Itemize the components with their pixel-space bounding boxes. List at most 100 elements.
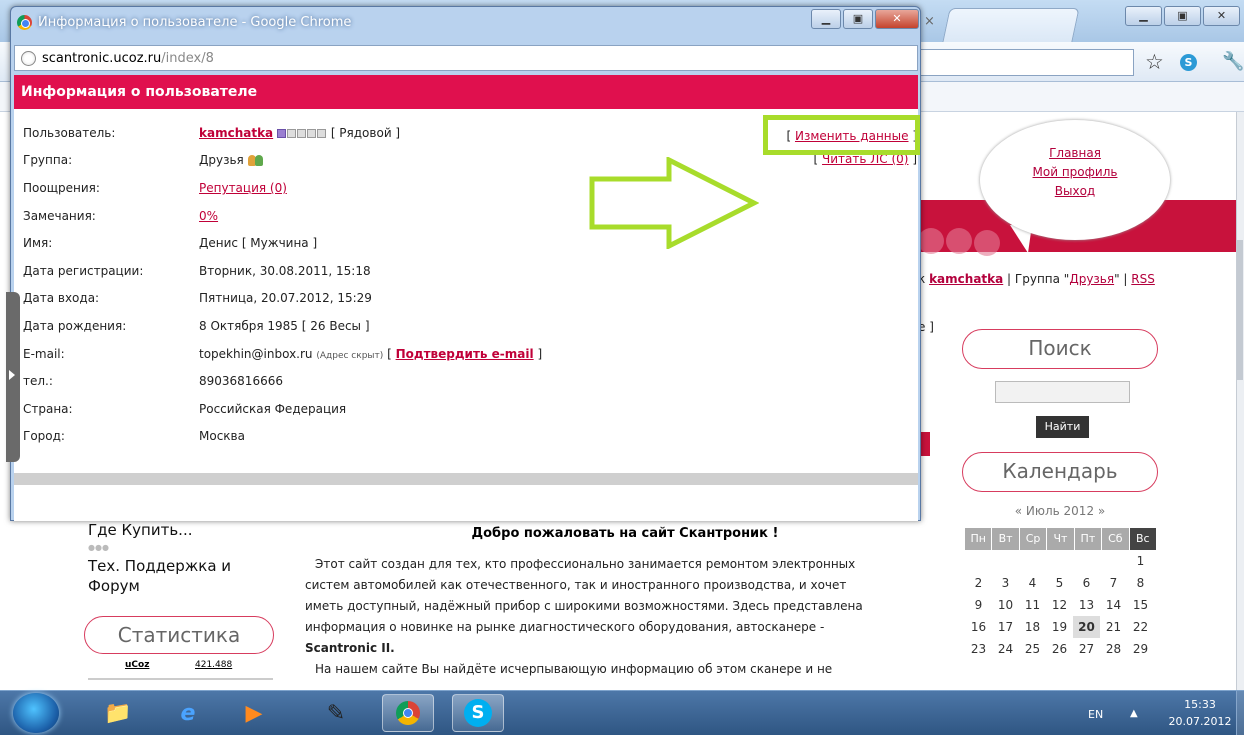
- calendar-day[interactable]: 9: [965, 594, 992, 616]
- calendar-weekday: Вс: [1129, 528, 1156, 550]
- scrollbar[interactable]: [1236, 112, 1244, 690]
- calendar-day[interactable]: 13: [1073, 594, 1100, 616]
- popup-maximize-button[interactable]: ▣: [843, 9, 873, 29]
- scrollbar-thumb[interactable]: [1237, 240, 1243, 380]
- divider: [88, 678, 273, 680]
- side-panel-toggle[interactable]: [6, 292, 20, 462]
- nav-bubble: Главная Мой профиль Выход: [980, 120, 1170, 240]
- extension-icon[interactable]: S: [1180, 54, 1197, 71]
- calendar-day[interactable]: 15: [1127, 594, 1154, 616]
- tray-expand-icon[interactable]: ▲: [1130, 708, 1138, 719]
- calendar-day[interactable]: 3: [992, 572, 1019, 594]
- minimize-button[interactable]: ▁: [1125, 6, 1162, 26]
- bookmark-star-icon[interactable]: ☆: [1145, 50, 1164, 74]
- warnings-link[interactable]: 0%: [199, 209, 218, 223]
- annotation-arrow-icon: [589, 157, 759, 249]
- calendar-day[interactable]: 21: [1100, 616, 1127, 638]
- calendar-week: 23 24 25 26 27 28 29: [965, 638, 1157, 660]
- field-value: Пятница, 20.07.2012, 15:29: [199, 291, 372, 306]
- username-link[interactable]: kamchatka: [199, 126, 273, 140]
- address-bar[interactable]: [918, 49, 1134, 76]
- calendar-day[interactable]: 16: [965, 616, 992, 638]
- ucoz-counter-logo[interactable]: uCoz: [125, 660, 149, 670]
- rank-stars-icon: [276, 126, 327, 140]
- info-row-group: Группа: Друзья: [23, 147, 583, 175]
- calendar-day[interactable]: 17: [992, 616, 1019, 638]
- ie-taskbar-icon[interactable]: e: [162, 694, 214, 732]
- show-desktop-button[interactable]: [1236, 691, 1244, 735]
- tab-close-icon[interactable]: ×: [924, 14, 935, 29]
- popup-close-button[interactable]: ✕: [875, 9, 919, 29]
- calendar-day[interactable]: 22: [1127, 616, 1154, 638]
- calendar-day[interactable]: 6: [1073, 572, 1100, 594]
- ucoz-counter-value: 421.488: [195, 660, 233, 670]
- windows-taskbar: 📁 e ▶ ✎ S EN ▲ 15:33 20.07.2012: [0, 690, 1244, 735]
- calendar-day[interactable]: 12: [1046, 594, 1073, 616]
- calendar-day[interactable]: 4: [1019, 572, 1046, 594]
- calendar-weekday: Пн: [965, 528, 992, 550]
- calendar-day[interactable]: 19: [1046, 616, 1073, 638]
- info-row-name: Имя: Денис [ Мужчина ]: [23, 229, 583, 257]
- calendar-day[interactable]: 18: [1019, 616, 1046, 638]
- nav-profile-link[interactable]: Мой профиль: [980, 163, 1170, 182]
- field-label: Дата рождения:: [23, 318, 127, 333]
- language-indicator[interactable]: EN: [1088, 708, 1103, 721]
- popup-minimize-button[interactable]: ▁: [811, 9, 841, 29]
- menu-separator-dots: ●●●: [88, 543, 109, 552]
- popup-url-bar[interactable]: scantronic.ucoz.ru/index/8: [14, 45, 918, 71]
- calendar-day[interactable]: 7: [1100, 572, 1127, 594]
- wrench-icon[interactable]: 🔧: [1222, 51, 1244, 72]
- calendar-day[interactable]: 29: [1127, 638, 1154, 660]
- calendar-day[interactable]: 10: [992, 594, 1019, 616]
- media-player-taskbar-icon[interactable]: ▶: [228, 694, 280, 732]
- field-label: Пользователь:: [23, 125, 116, 140]
- chrome-icon: [17, 14, 32, 30]
- calendar-day[interactable]: 20: [1073, 616, 1100, 638]
- calendar-day[interactable]: 11: [1019, 594, 1046, 616]
- menu-item-forum[interactable]: Форум: [88, 576, 278, 596]
- field-label: Дата входа:: [23, 291, 100, 306]
- chrome-taskbar-icon[interactable]: [382, 694, 434, 732]
- menu-item-support[interactable]: Тех. Поддержка и: [88, 556, 278, 576]
- calendar-day[interactable]: 8: [1127, 572, 1154, 594]
- start-button[interactable]: [13, 693, 59, 733]
- group-link[interactable]: Друзья: [1069, 272, 1114, 286]
- nav-home-link[interactable]: Главная: [980, 144, 1170, 163]
- edit-data-highlight-box: [763, 115, 920, 155]
- field-label: Замечания:: [23, 208, 96, 223]
- field-label: E-mail:: [23, 346, 65, 361]
- calendar-day: [1073, 550, 1100, 572]
- user-link[interactable]: kamchatka: [929, 272, 1003, 286]
- info-row-rewards: Поощрения: Репутация (0): [23, 174, 583, 202]
- field-value: 0%: [199, 209, 218, 223]
- reputation-link[interactable]: Репутация (0): [199, 181, 287, 195]
- nav-logout-link[interactable]: Выход: [980, 182, 1170, 201]
- calendar-day[interactable]: 27: [1073, 638, 1100, 660]
- close-button[interactable]: ✕: [1203, 6, 1240, 26]
- clock-date: 20.07.2012: [1168, 715, 1232, 728]
- calendar-week: 16 17 18 19 20 21 22: [965, 616, 1157, 638]
- app-taskbar-icon[interactable]: ✎: [310, 694, 362, 732]
- calendar-month[interactable]: « Июль 2012 »: [965, 504, 1155, 518]
- maximize-button[interactable]: ▣: [1164, 6, 1201, 26]
- browser-tab-new[interactable]: [942, 8, 1080, 42]
- skype-taskbar-icon[interactable]: S: [452, 694, 504, 732]
- info-row-warnings: Замечания: 0%: [23, 202, 583, 230]
- rss-link[interactable]: RSS: [1131, 272, 1155, 286]
- calendar-day[interactable]: 25: [1019, 638, 1046, 660]
- clock[interactable]: 15:33 20.07.2012: [1165, 696, 1235, 730]
- find-button[interactable]: Найти: [1036, 416, 1089, 438]
- search-input[interactable]: [995, 381, 1130, 403]
- calendar-weekdays: Пн Вт Ср Чт Пт Сб Вс: [965, 528, 1157, 550]
- menu-item-where-to-buy[interactable]: Где Купить...: [88, 520, 278, 540]
- calendar-day[interactable]: 14: [1100, 594, 1127, 616]
- calendar-day[interactable]: 23: [965, 638, 992, 660]
- calendar-day[interactable]: 24: [992, 638, 1019, 660]
- explorer-taskbar-icon[interactable]: 📁: [92, 694, 144, 732]
- calendar-day[interactable]: 28: [1100, 638, 1127, 660]
- calendar-day[interactable]: 1: [1127, 550, 1154, 572]
- confirm-email-link[interactable]: Подтвердить e-mail: [396, 347, 534, 361]
- calendar-day[interactable]: 5: [1046, 572, 1073, 594]
- calendar-day[interactable]: 2: [965, 572, 992, 594]
- calendar-day[interactable]: 26: [1046, 638, 1073, 660]
